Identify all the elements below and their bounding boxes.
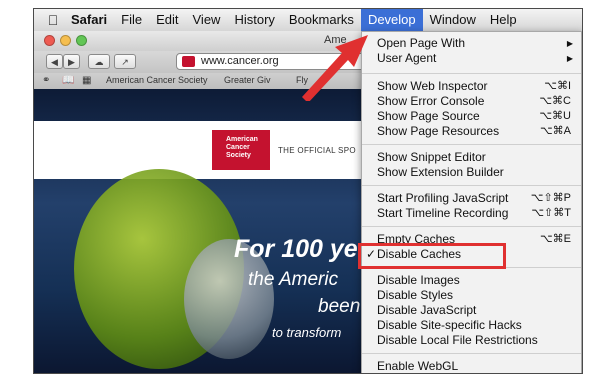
hero-headline: For 100 ye [234,235,358,263]
zoom-window-button[interactable] [76,35,87,46]
menu-separator [362,353,581,354]
menu-item-label: Start Timeline Recording [377,206,509,220]
site-favicon-icon [182,56,195,67]
menu-item-show-page-source[interactable]: Show Page Source ⌥⌘U [362,109,581,124]
menu-item-label: Show Page Source [377,109,480,123]
site-tagline: THE OFFICIAL SPO [278,146,356,155]
url-text: www.cancer.org [201,55,279,67]
menu-item-label: Show Extension Builder [377,165,504,179]
menu-item-disable-images[interactable]: Disable Images [362,273,581,288]
window-controls [44,35,87,46]
menu-separator [362,144,581,145]
menu-item-start-timeline-recording[interactable]: Start Timeline Recording ⌥⇧⌘T [362,206,581,221]
share-icon: ↗ [121,57,129,67]
submenu-arrow-icon: ▶ [566,39,573,48]
menu-item-user-agent[interactable]: User Agent ▶ [362,51,581,66]
menu-item-show-page-resources[interactable]: Show Page Resources ⌥⌘A [362,124,581,139]
menu-separator [362,226,581,227]
menu-item-start-profiling-javascript[interactable]: Start Profiling JavaScript ⌥⇧⌘P [362,191,581,206]
menu-bar:  Safari File Edit View History Bookmark… [34,9,582,32]
menu-item-label: Open Page With [377,36,466,50]
cloud-icon: ☁ [94,57,104,67]
close-window-button[interactable] [44,35,55,46]
back-button[interactable]: ◀ [46,54,63,69]
menu-item-label: Disable Local File Restrictions [377,333,538,347]
reading-list-icon[interactable]: ⚭ [42,75,50,86]
acs-logo[interactable]: American Cancer Society [212,130,270,170]
hero-subline: been [318,296,361,317]
back-arrow-icon: ◀ [51,57,58,67]
minimize-window-button[interactable] [60,35,71,46]
menu-item-show-snippet-editor[interactable]: Show Snippet Editor [362,150,581,165]
annotation-highlight-box [358,243,506,269]
bookmarks-book-icon[interactable]: 📖 [62,75,74,86]
develop-menu-dropdown: Open Page With ▶ User Agent ▶ Show Web I… [361,31,582,373]
apple-menu-icon[interactable]:  [42,12,64,28]
menu-item-label: Show Error Console [377,94,485,108]
top-sites-grid-icon[interactable]: ▦ [82,75,91,86]
menu-item-show-error-console[interactable]: Show Error Console ⌥⌘C [362,94,581,109]
menu-item-label: Show Web Inspector [377,79,488,93]
menu-history[interactable]: History [227,9,281,31]
menu-item-disable-styles[interactable]: Disable Styles [362,288,581,303]
menu-item-label: Disable Styles [377,288,454,302]
menu-item-disable-site-specific-hacks[interactable]: Disable Site-specific Hacks [362,318,581,333]
submenu-arrow-icon: ▶ [566,54,573,63]
screenshot-frame:  Safari File Edit View History Bookmark… [33,8,583,374]
menu-item-show-extension-builder[interactable]: Show Extension Builder [362,165,581,180]
menu-item-label: User Agent [377,51,437,65]
menu-item-disable-local-file-restrictions[interactable]: Disable Local File Restrictions [362,333,581,348]
menu-item-label: Disable JavaScript [377,303,477,317]
annotation-arrow-icon [302,35,368,101]
menu-item-show-web-inspector[interactable]: Show Web Inspector ⌥⌘I [362,79,581,94]
menu-file[interactable]: File [114,9,149,31]
menu-item-label: Show Snippet Editor [377,150,486,164]
menu-item-label: Enable WebGL [377,359,459,373]
menu-view[interactable]: View [186,9,228,31]
keyboard-shortcut: ⌥⌘U [539,110,571,122]
keyboard-shortcut: ⌥⌘A [539,125,571,137]
menu-develop[interactable]: Develop [360,9,423,31]
menu-item-label: Disable Images [377,273,460,287]
menu-separator [362,185,581,186]
menu-item-label: Disable Site-specific Hacks [377,318,522,332]
menu-item-label: Start Profiling JavaScript [377,191,509,205]
menu-bookmarks[interactable]: Bookmarks [282,9,361,31]
share-button[interactable]: ↗ [114,54,136,69]
bookmark-item[interactable]: American Cancer Society [106,75,208,85]
keyboard-shortcut: ⌥⇧⌘P [530,192,571,204]
menu-item-disable-javascript[interactable]: Disable JavaScript [362,303,581,318]
forward-button[interactable]: ▶ [63,54,80,69]
keyboard-shortcut: ⌥⌘I [544,80,571,92]
keyboard-shortcut: ⌥⇧⌘T [531,207,571,219]
menu-edit[interactable]: Edit [149,9,185,31]
icloud-tabs-button[interactable]: ☁ [88,54,110,69]
menu-item-label: Show Page Resources [377,124,500,138]
menu-help[interactable]: Help [483,9,524,31]
keyboard-shortcut: ⌥⌘C [539,95,571,107]
menu-safari[interactable]: Safari [64,9,114,31]
menu-window[interactable]: Window [423,9,483,31]
hero-subline: the Americ [248,269,339,290]
hero-caption: to transform [272,325,342,340]
menu-item-enable-webgl[interactable]: Enable WebGL [362,359,581,373]
menu-separator [362,73,581,74]
bookmark-item[interactable]: Greater Giv [224,75,271,85]
keyboard-shortcut: ⌥⌘E [539,233,571,245]
menu-item-open-page-with[interactable]: Open Page With ▶ [362,36,581,51]
forward-arrow-icon: ▶ [68,57,75,67]
